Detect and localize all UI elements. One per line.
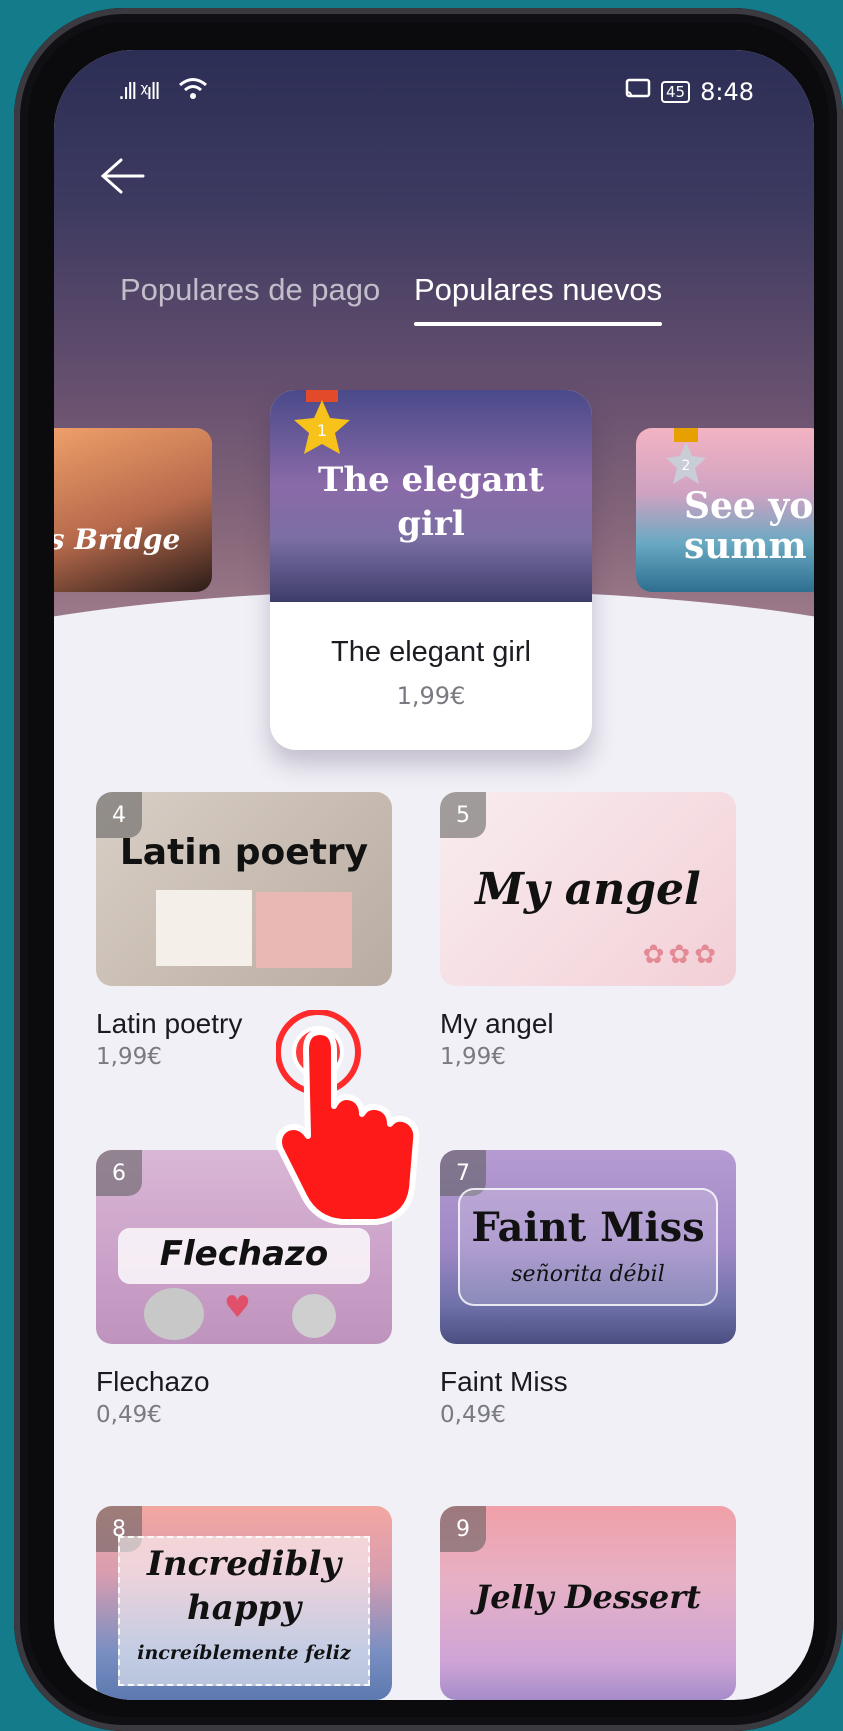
item-price: 0,49€	[440, 1402, 506, 1428]
item-name: Faint Miss	[440, 1366, 568, 1397]
featured-name: The elegant girl	[331, 636, 531, 668]
item-thumbnail: 8 Incredibly happy increíblemente feliz	[96, 1506, 392, 1700]
grid-item[interactable]: 7 Faint Miss señorita débil Faint Miss 0…	[440, 1150, 736, 1428]
thumbnail-title: Faint Miss	[471, 1204, 705, 1251]
thumbnail-title: Flechazo	[159, 1234, 329, 1274]
card-cover-title: See yo summ	[684, 485, 814, 567]
thumbnail-subtitle: increíblemente feliz	[137, 1642, 351, 1664]
featured-cover-title: The elegant girl	[318, 460, 544, 544]
item-price: 0,49€	[96, 1402, 162, 1428]
item-name: Flechazo	[96, 1366, 210, 1397]
arrow-left-icon	[100, 158, 145, 194]
back-button[interactable]	[94, 148, 150, 204]
rank-badge: 9	[440, 1506, 486, 1552]
item-thumbnail: 9 Jelly Dessert	[440, 1506, 736, 1700]
item-thumbnail: 5 My angel ✿✿✿	[440, 792, 736, 986]
thumbnail-subtitle: señorita débil	[511, 1262, 665, 1287]
featured-price: 1,99€	[396, 682, 466, 710]
carousel-card-left[interactable]: rs Bridge	[54, 428, 212, 592]
rank-badge: 6	[96, 1150, 142, 1196]
pebble-icon	[292, 1294, 336, 1338]
medal-gold-icon: 1	[294, 390, 350, 464]
svg-text:1: 1	[317, 421, 327, 440]
grid-item[interactable]: 8 Incredibly happy increíblemente feliz	[96, 1506, 392, 1700]
item-thumbnail: 4 Latin poetry	[96, 792, 392, 986]
thumbnail-title: Incredibly happy	[146, 1544, 341, 1628]
decor-paper	[156, 890, 252, 966]
status-time: 8:48	[700, 78, 754, 106]
wifi-icon	[178, 76, 208, 106]
item-thumbnail: 7 Faint Miss señorita débil	[440, 1150, 736, 1344]
heart-icon: ♥	[224, 1290, 251, 1325]
thumbnail-title: Jelly Dessert	[475, 1578, 701, 1616]
decor-paper	[256, 892, 352, 968]
tab-popular-new[interactable]: Populares nuevos	[414, 272, 663, 326]
medal-silver-icon: 2	[666, 428, 706, 490]
grid-item[interactable]: 5 My angel ✿✿✿ My angel 1,99€	[440, 792, 736, 1070]
grid-item[interactable]: 9 Jelly Dessert	[440, 1506, 736, 1700]
tap-hand-icon	[275, 1009, 426, 1230]
pebble-icon	[144, 1288, 204, 1340]
thumbnail-title: My angel	[475, 864, 701, 915]
rank-badge: 5	[440, 792, 486, 838]
cast-icon	[625, 78, 651, 106]
app-screen: .ıll ᵡıll 45 8:48 Populares de pago Popu…	[54, 50, 814, 1700]
battery-icon: 45	[661, 81, 691, 103]
status-bar: .ıll ᵡıll 45 8:48	[54, 70, 814, 110]
roses-icon: ✿✿✿	[642, 940, 720, 970]
featured-card[interactable]: The elegant girl 1 The elegant girl 1,99…	[270, 390, 592, 750]
card-cover-title: rs Bridge	[54, 523, 181, 556]
item-price: 1,99€	[440, 1044, 506, 1070]
tab-bar: Populares de pago Populares nuevos	[54, 260, 814, 340]
item-name: My angel	[440, 1008, 554, 1039]
tab-popular-paid[interactable]: Populares de pago	[120, 272, 380, 308]
carousel-card-right[interactable]: 2 See yo summ	[636, 428, 814, 592]
thumbnail-title: Latin poetry	[119, 832, 369, 873]
status-right: 45 8:48	[625, 78, 754, 106]
svg-text:2: 2	[682, 458, 691, 474]
signal-icon: .ıll ᵡıll	[118, 80, 161, 105]
